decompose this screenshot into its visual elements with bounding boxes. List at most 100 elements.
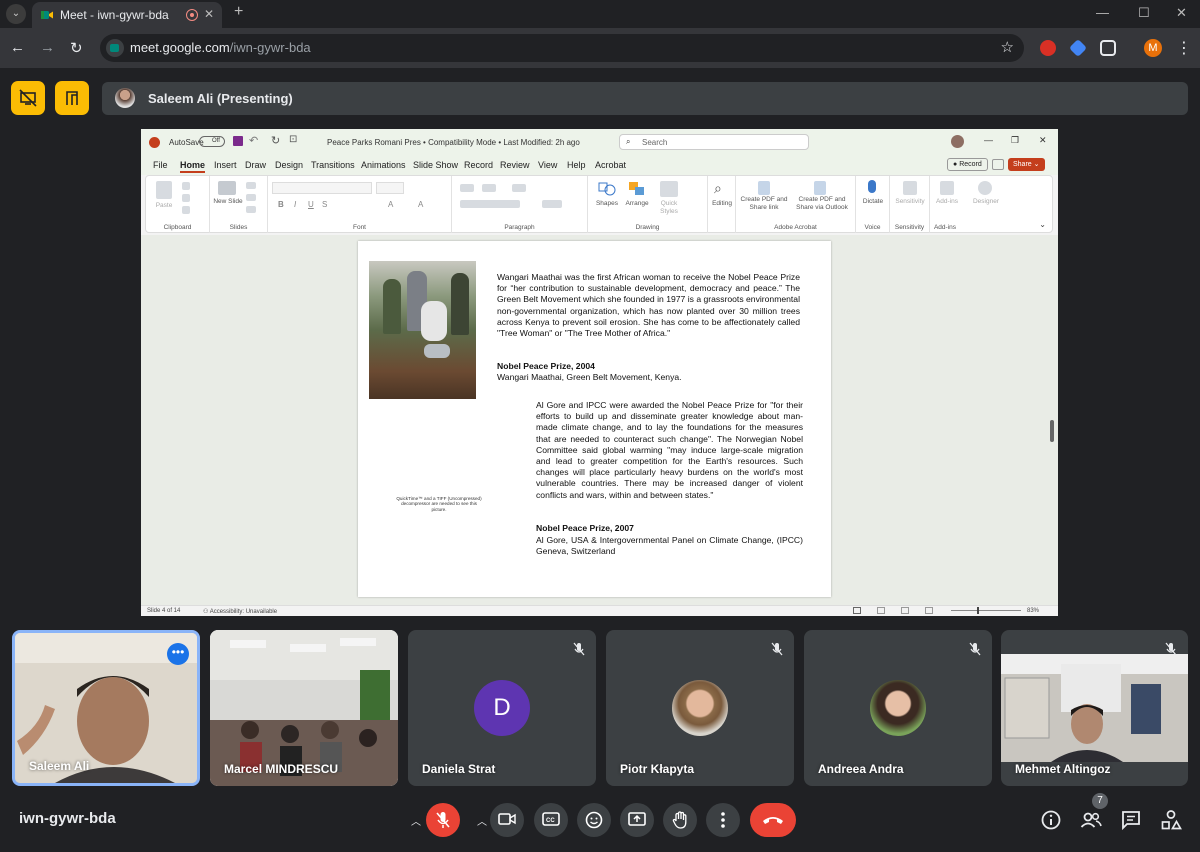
zoom-slider-thumb[interactable] [977, 607, 979, 614]
ppt-search-box[interactable]: ⌕ Search [619, 134, 809, 150]
ppt-tab-design[interactable]: Design [275, 160, 303, 170]
browser-menu-icon[interactable]: ⋮ [1176, 38, 1192, 58]
ppt-restore-icon[interactable]: ❐ [1011, 135, 1019, 146]
extension-red-icon[interactable] [1040, 40, 1056, 56]
account-avatar[interactable] [951, 135, 964, 148]
browser-tab-meet[interactable]: Meet - iwn-gywr-bda ✕ [32, 2, 222, 28]
slide-canvas[interactable]: Wangari Maathai was the first African wo… [358, 241, 831, 597]
redo-icon[interactable]: ↻ [271, 134, 280, 147]
slide-sorter-icon[interactable] [877, 607, 885, 614]
create-pdf-outlook-icon[interactable] [814, 181, 826, 195]
designer-label[interactable]: Designer [968, 198, 1004, 206]
slide-prize-2004-text[interactable]: Wangari Maathai, Green Belt Movement, Ke… [497, 372, 797, 383]
maximize-icon[interactable]: ☐ [1138, 5, 1150, 21]
arrange-label[interactable]: Arrange [622, 200, 652, 208]
slide-prize-2004-title[interactable]: Nobel Peace Prize, 2004 [497, 361, 797, 372]
ppt-tab-review[interactable]: Review [500, 160, 530, 170]
numbering-icon[interactable] [482, 184, 496, 192]
format-painter-icon[interactable] [182, 206, 190, 214]
slideshow-view-icon[interactable] [925, 607, 933, 614]
quick-styles-icon[interactable] [660, 181, 678, 197]
participant-tile-andreea[interactable]: Andreea Andra [804, 630, 992, 786]
ppt-minimize-icon[interactable]: — [984, 135, 993, 145]
designer-icon[interactable] [978, 181, 992, 195]
sensitivity-icon[interactable] [903, 181, 917, 195]
share-button[interactable]: Share ⌄ [1008, 158, 1045, 171]
normal-view-icon[interactable] [853, 607, 861, 614]
ppt-tab-file[interactable]: File [153, 160, 168, 170]
microphone-icon[interactable] [868, 180, 876, 193]
record-button[interactable]: ● Record [947, 158, 988, 171]
italic-icon[interactable]: I [294, 200, 296, 209]
slide-prize-2007-title[interactable]: Nobel Peace Prize, 2007 [536, 523, 803, 534]
bold-icon[interactable]: B [278, 200, 284, 209]
slide-photo-tree-planting[interactable] [369, 261, 476, 399]
ppt-tab-view[interactable]: View [538, 160, 557, 170]
alignment-icons[interactable] [460, 200, 520, 208]
reading-view-icon[interactable] [901, 607, 909, 614]
section-icon[interactable] [246, 206, 256, 213]
font-name-select[interactable] [272, 182, 372, 194]
shapes-icon[interactable] [598, 182, 616, 196]
sensitivity-label[interactable]: Sensitivity [890, 198, 930, 206]
slide-scrollbar-thumb[interactable] [1050, 420, 1054, 442]
close-window-icon[interactable]: ✕ [1176, 5, 1187, 21]
ppt-tab-help[interactable]: Help [567, 160, 586, 170]
reset-icon[interactable] [246, 194, 256, 201]
more-options-button[interactable] [706, 803, 740, 837]
copy-icon[interactable] [182, 194, 190, 202]
ppt-tab-slide-show[interactable]: Slide Show [413, 160, 458, 170]
participant-tile-mehmet[interactable]: Mehmet Altingoz [1001, 630, 1188, 786]
undo-icon[interactable]: ↶ [249, 134, 258, 147]
ppt-tab-animations[interactable]: Animations [361, 160, 406, 170]
reload-icon[interactable]: ↻ [70, 39, 83, 57]
add-ins-icon[interactable] [940, 181, 954, 195]
back-icon[interactable]: ← [10, 39, 25, 56]
quick-styles-label[interactable]: Quick Styles [654, 200, 684, 216]
collapse-ribbon-icon[interactable]: ⌄ [1039, 220, 1046, 229]
leave-call-button[interactable] [750, 803, 796, 837]
document-title[interactable]: Peace Parks Romani Pres • Compatibility … [327, 138, 580, 147]
slide-editing-area[interactable]: Wangari Maathai was the first African wo… [141, 235, 1058, 605]
ppt-close-icon[interactable]: ✕ [1039, 135, 1047, 146]
present-icon[interactable]: ⊡ [289, 134, 297, 145]
layout-pin-icon[interactable] [55, 81, 89, 115]
raise-hand-button[interactable] [663, 803, 697, 837]
microphone-off-button[interactable] [426, 803, 460, 837]
audio-options-chevron-icon[interactable]: ︿ [411, 813, 421, 828]
create-pdf-share-label[interactable]: Create PDF and Share link [738, 196, 790, 212]
site-info-icon[interactable] [106, 39, 124, 57]
font-size-select[interactable] [376, 182, 404, 194]
profile-avatar[interactable]: M [1144, 39, 1162, 57]
font-color-icon[interactable]: A [388, 200, 393, 209]
chat-icon[interactable] [1120, 809, 1142, 831]
slide-prize-2007-text[interactable]: Al Gore, USA & Intergovernmental Panel o… [536, 535, 803, 557]
underline-icon[interactable]: U [308, 200, 314, 209]
activities-icon[interactable] [1160, 809, 1182, 831]
ppt-tab-insert[interactable]: Insert [214, 160, 237, 170]
paste-icon[interactable] [156, 181, 172, 199]
indent-icon[interactable] [512, 184, 526, 192]
new-tab-icon[interactable]: + [234, 3, 243, 21]
new-slide-icon[interactable] [218, 181, 236, 195]
present-now-button[interactable] [620, 803, 654, 837]
tab-close-icon[interactable]: ✕ [204, 7, 214, 21]
arrange-icon[interactable] [628, 181, 646, 197]
create-pdf-share-icon[interactable] [758, 181, 770, 195]
editing-label[interactable]: Editing [708, 200, 736, 208]
tab-search-chevron-icon[interactable]: ⌄ [6, 4, 26, 24]
ppt-tab-record[interactable]: Record [464, 160, 493, 170]
participant-tile-saleem[interactable]: ••• Saleem Ali [12, 630, 200, 786]
participant-more-options-icon[interactable]: ••• [167, 643, 189, 665]
captions-button[interactable]: CC [534, 803, 568, 837]
address-bar[interactable]: meet.google.com/iwn-gywr-bda ☆ [100, 34, 1024, 62]
accessibility-status[interactable]: ⚇ Accessibility: Unavailable [203, 608, 277, 615]
ppt-tab-acrobat[interactable]: Acrobat [595, 160, 626, 170]
bookmark-star-icon[interactable]: ☆ [1001, 38, 1014, 56]
stop-presenting-icon[interactable] [11, 81, 45, 115]
dictate-label[interactable]: Dictate [856, 198, 890, 206]
meeting-details-info-icon[interactable] [1040, 809, 1062, 831]
participant-tile-marcel[interactable]: Marcel MINDRESCU [210, 630, 398, 786]
strikethrough-icon[interactable]: S [322, 200, 327, 209]
text-direction-icon[interactable] [542, 200, 562, 208]
